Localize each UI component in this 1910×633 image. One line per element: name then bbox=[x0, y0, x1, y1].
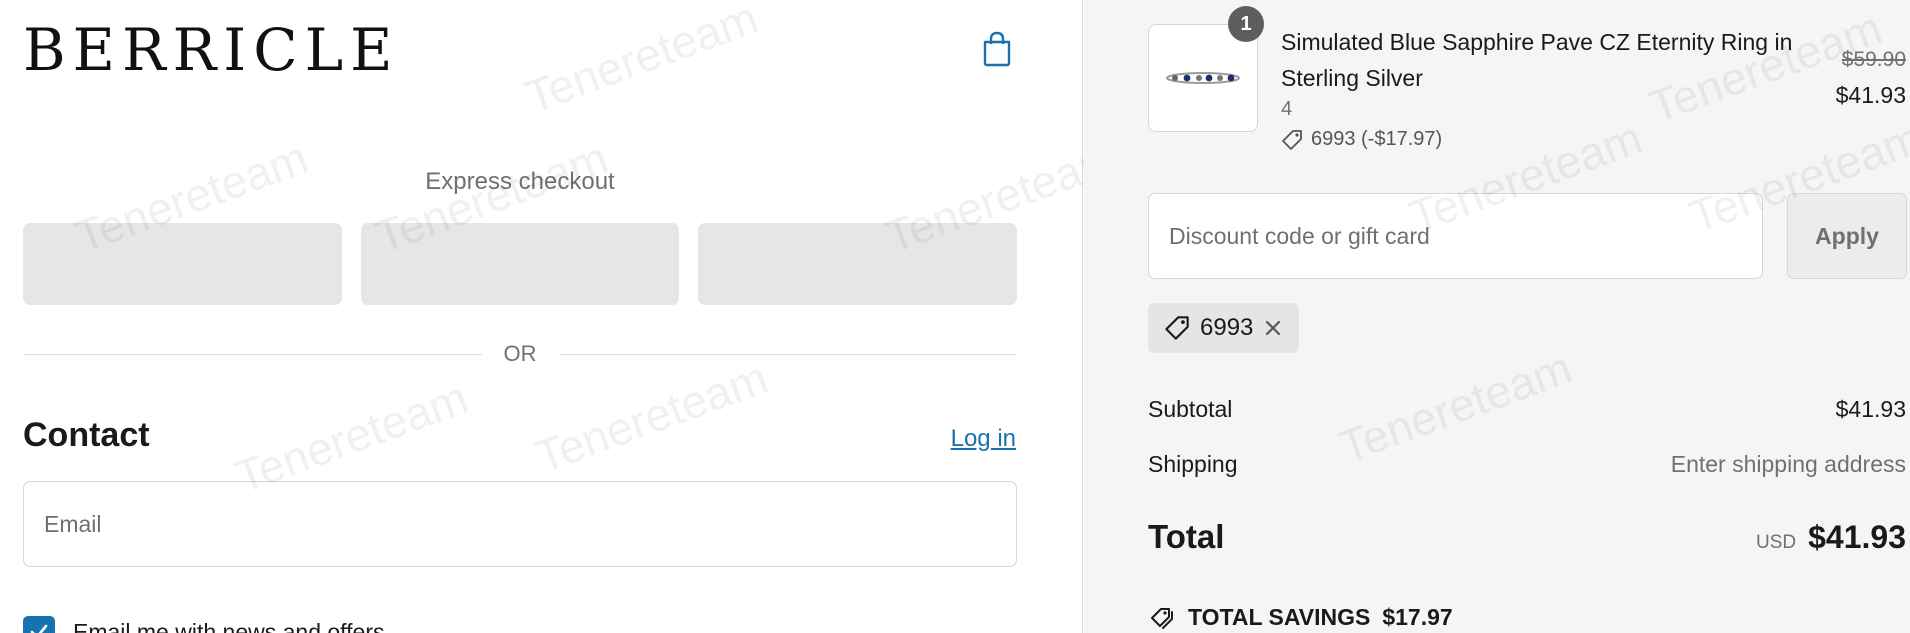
product-variant: 4 bbox=[1281, 98, 1293, 120]
tag-icon bbox=[1282, 129, 1302, 150]
divider-line-right bbox=[558, 353, 1017, 355]
express-checkout-button-1[interactable] bbox=[23, 223, 342, 305]
login-link[interactable]: Log in bbox=[951, 425, 1016, 453]
email-input[interactable] bbox=[44, 510, 1016, 538]
total-label: Total bbox=[1148, 518, 1225, 555]
newsletter-checkbox[interactable] bbox=[23, 616, 55, 633]
shopping-bag-icon[interactable] bbox=[982, 31, 1012, 67]
or-divider: OR bbox=[23, 340, 1017, 368]
shipping-label: Shipping bbox=[1148, 451, 1238, 477]
order-summary-panel: 1 Simulated Blue Sapphire Pave CZ Eterni… bbox=[1084, 0, 1910, 633]
subtotal-label: Subtotal bbox=[1148, 396, 1233, 422]
divider-line-left bbox=[23, 353, 482, 355]
final-price: $41.93 bbox=[1835, 82, 1906, 108]
brand-logo[interactable]: BERRICLE bbox=[23, 18, 399, 82]
watermark: Tenereteam bbox=[518, 0, 765, 123]
quantity-badge: 1 bbox=[1228, 6, 1264, 42]
express-checkout-button-2[interactable] bbox=[360, 223, 680, 305]
total-value-group: USD $41.93 bbox=[1756, 519, 1906, 556]
checkout-form-panel: BERRICLE Express checkout OR Contact Log… bbox=[0, 0, 1124, 633]
contact-heading: Contact bbox=[23, 416, 150, 454]
product-discount: 6993 (-$17.97) bbox=[1281, 128, 1442, 151]
original-price: $59.90 bbox=[1841, 48, 1906, 71]
applied-discount-chip: 6993 bbox=[1148, 303, 1300, 353]
total-row: Total USD $41.93 bbox=[1148, 518, 1906, 556]
newsletter-label: Email me with news and offers bbox=[73, 618, 385, 633]
tag-icon bbox=[1165, 316, 1189, 340]
apply-discount-button[interactable]: Apply bbox=[1787, 193, 1907, 279]
express-checkout-buttons bbox=[23, 223, 1018, 305]
total-savings-value: $17.97 bbox=[1382, 604, 1453, 630]
checkmark-icon bbox=[30, 624, 48, 633]
remove-code-close-icon[interactable] bbox=[1263, 318, 1283, 338]
product-title: Simulated Blue Sapphire Pave CZ Eternity… bbox=[1281, 29, 1793, 91]
tags-icon bbox=[1151, 607, 1173, 629]
discount-code-input[interactable] bbox=[1169, 222, 1762, 250]
or-label: OR bbox=[503, 341, 537, 366]
express-checkout-heading: Express checkout bbox=[425, 168, 615, 195]
express-checkout-button-3[interactable] bbox=[698, 223, 1018, 305]
ring-image-icon bbox=[1166, 72, 1240, 84]
email-field[interactable] bbox=[23, 481, 1017, 567]
applied-code-label: 6993 bbox=[1200, 314, 1254, 341]
shipping-value: Enter shipping address bbox=[1670, 451, 1906, 477]
discount-code-field[interactable] bbox=[1148, 193, 1763, 279]
total-savings-label: TOTAL SAVINGS bbox=[1188, 604, 1371, 630]
currency-code: USD bbox=[1756, 532, 1797, 553]
newsletter-option[interactable]: Email me with news and offers bbox=[23, 616, 385, 633]
product-discount-label: 6993 (-$17.97) bbox=[1311, 128, 1443, 150]
subtotal-row: Subtotal $41.93 bbox=[1148, 396, 1906, 423]
total-amount: $41.93 bbox=[1808, 519, 1906, 555]
subtotal-value: $41.93 bbox=[1835, 396, 1906, 422]
watermark: Tenereteam bbox=[528, 351, 775, 483]
shipping-row: Shipping Enter shipping address bbox=[1148, 451, 1906, 478]
total-savings-row: TOTAL SAVINGS $17.97 bbox=[1148, 604, 1453, 631]
